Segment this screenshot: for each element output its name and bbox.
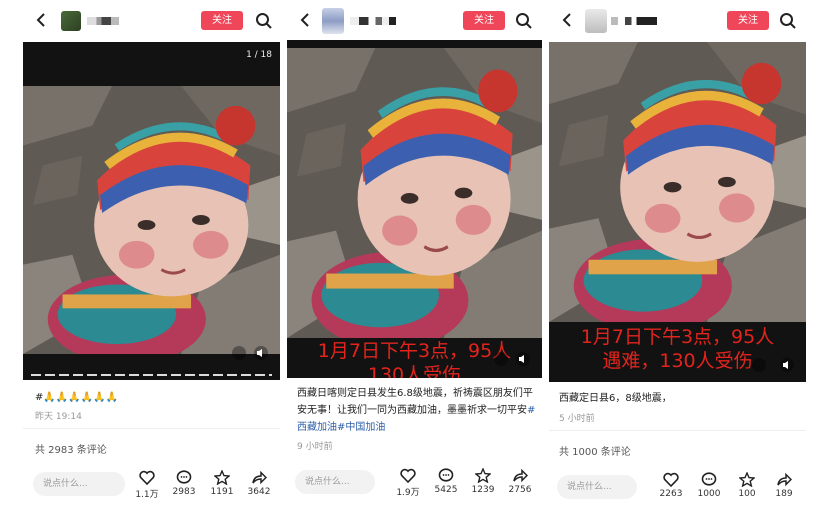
- volume-icon[interactable]: [780, 358, 794, 372]
- share-button[interactable]: 3642: [241, 470, 277, 497]
- post-image[interactable]: 1月7日下午3点，95人 130人受伤: [287, 40, 542, 378]
- comment-count: 共 2983 条评论: [35, 445, 107, 456]
- star-button[interactable]: 1239: [465, 468, 501, 495]
- follow-button[interactable]: 关注: [463, 11, 505, 30]
- heart-icon: [400, 468, 416, 483]
- post-panel-1: 关注 1 / 18 #🙏🙏🙏🙏🙏🙏 昨天 19:14 共 2983 条评论 说点…: [23, 0, 280, 507]
- star-icon: [214, 470, 230, 485]
- comment-button[interactable]: 2983: [166, 470, 202, 497]
- post-text: #🙏🙏🙏🙏🙏🙏: [35, 392, 119, 403]
- top-bar: 关注: [287, 0, 542, 42]
- comment-button[interactable]: 5425: [428, 468, 464, 495]
- post-image[interactable]: 1 / 18: [23, 42, 280, 380]
- comment-input[interactable]: 说点什么...: [33, 472, 125, 496]
- live-photo-icon[interactable]: [232, 346, 246, 360]
- volume-icon[interactable]: [254, 346, 268, 360]
- live-photo-icon[interactable]: [494, 352, 508, 366]
- image-counter: 1 / 18: [246, 50, 272, 60]
- comment-button[interactable]: 1000: [691, 472, 727, 499]
- search-icon[interactable]: [515, 12, 533, 30]
- post-panel-3: 关注 1月7日下午3点，95人 遇难，130人受伤 西藏定日县6，8级地震， 5…: [549, 0, 806, 507]
- comment-icon: [176, 470, 192, 484]
- back-arrow-icon[interactable]: [33, 12, 49, 28]
- comment-input[interactable]: 说点什么...: [557, 475, 637, 499]
- post-body: 西藏日喀则定日县发生6.8级地震，祈祷震区朋友们平安无事！让我们一同为西藏加油，…: [297, 388, 533, 416]
- star-button[interactable]: 100: [729, 472, 765, 499]
- comment-input[interactable]: 说点什么...: [295, 470, 375, 494]
- share-button[interactable]: 2756: [502, 468, 538, 495]
- username-blurred[interactable]: [611, 17, 657, 25]
- username-blurred[interactable]: [350, 17, 396, 25]
- share-button[interactable]: 189: [766, 472, 802, 499]
- image-caption-line-2: 遇难，130人受伤: [602, 350, 753, 372]
- heart-icon: [139, 470, 155, 485]
- star-count: 100: [738, 489, 756, 499]
- top-bar: 关注: [549, 0, 806, 42]
- star-count: 1191: [210, 487, 234, 497]
- search-icon[interactable]: [255, 12, 273, 30]
- comment-icon: [438, 468, 454, 482]
- share-count: 3642: [247, 487, 271, 497]
- post-time: 5 小时前: [559, 414, 595, 424]
- avatar[interactable]: [322, 8, 344, 34]
- back-arrow-icon[interactable]: [559, 12, 575, 28]
- comment-count-stat: 5425: [434, 485, 458, 495]
- like-button[interactable]: 1.9万: [390, 468, 426, 498]
- comment-count: 共 1000 条评论: [559, 447, 631, 458]
- comment-count-stat: 2983: [172, 487, 196, 497]
- post-time: 9 小时前: [297, 442, 333, 452]
- star-button[interactable]: 1191: [204, 470, 240, 497]
- live-photo-icon[interactable]: [752, 358, 766, 372]
- avatar[interactable]: [61, 11, 81, 31]
- heart-icon: [663, 472, 679, 487]
- image-pager-dots: [31, 374, 272, 376]
- divider: [549, 430, 806, 431]
- back-arrow-icon[interactable]: [297, 12, 313, 28]
- post-text: 西藏定日县6，8级地震，: [559, 393, 672, 404]
- post-time: 昨天 19:14: [35, 412, 82, 422]
- username-blurred[interactable]: [87, 17, 119, 25]
- like-count: 1.9万: [396, 488, 420, 498]
- share-icon: [513, 468, 528, 483]
- star-icon: [739, 472, 755, 487]
- star-icon: [475, 468, 491, 483]
- like-button[interactable]: 2263: [653, 472, 689, 499]
- comment-icon: [701, 472, 717, 486]
- share-count: 189: [775, 489, 793, 499]
- like-count: 1.1万: [135, 490, 159, 500]
- volume-icon[interactable]: [516, 352, 530, 366]
- follow-button[interactable]: 关注: [727, 11, 769, 30]
- search-icon[interactable]: [779, 12, 797, 30]
- baby-photo: [549, 42, 806, 322]
- post-panel-2: 关注 1月7日下午3点，95人 130人受伤 西藏日喀则定日县发生6.8级地震，…: [287, 0, 542, 507]
- comment-count-stat: 1000: [697, 489, 721, 499]
- divider: [23, 428, 280, 429]
- image-caption-line-2: 130人受伤: [367, 364, 462, 378]
- like-button[interactable]: 1.1万: [129, 470, 165, 500]
- share-icon: [777, 472, 792, 487]
- post-image[interactable]: 1月7日下午3点，95人 遇难，130人受伤: [549, 42, 806, 382]
- star-count: 1239: [471, 485, 495, 495]
- share-icon: [252, 470, 267, 485]
- like-count: 2263: [659, 489, 683, 499]
- share-count: 2756: [508, 485, 532, 495]
- avatar[interactable]: [585, 9, 607, 33]
- top-bar: 关注: [23, 0, 280, 42]
- baby-photo: [23, 86, 280, 354]
- follow-button[interactable]: 关注: [201, 11, 243, 30]
- post-text: 西藏日喀则定日县发生6.8级地震，祈祷震区朋友们平安无事！让我们一同为西藏加油，…: [297, 385, 537, 436]
- image-caption-line-1: 1月7日下午3点，95人: [580, 326, 775, 348]
- baby-photo: [287, 48, 542, 338]
